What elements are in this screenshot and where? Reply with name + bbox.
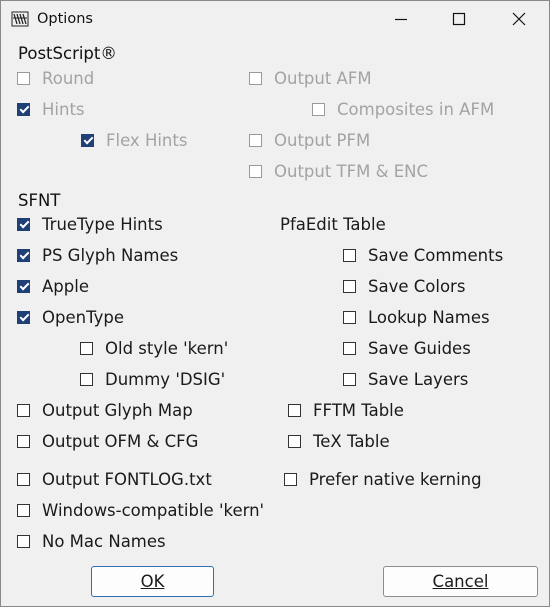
ps-glyph-names-label: PS Glyph Names: [42, 245, 179, 265]
save-colors-checkbox-box[interactable]: [343, 279, 356, 293]
prefer-native-kerning-checkbox-box[interactable]: [284, 472, 297, 486]
output-tfm-enc-label: Output TFM & ENC: [274, 161, 429, 181]
truetype-hints-label: TrueType Hints: [42, 214, 163, 234]
lookup-names-checkbox-box[interactable]: [343, 310, 356, 324]
output-pfm-checkbox[interactable]: Output PFM: [249, 129, 370, 151]
no-mac-names-checkbox[interactable]: No Mac Names: [17, 530, 166, 552]
truetype-hints-checkbox[interactable]: TrueType Hints: [17, 213, 163, 235]
tex-table-label: TeX Table: [313, 431, 390, 451]
pfaedit-table-header: PfaEdit Table: [280, 215, 386, 234]
save-colors-label: Save Colors: [368, 276, 466, 296]
apple-checkbox[interactable]: Apple: [17, 275, 89, 297]
apple-checkbox-box[interactable]: [17, 279, 30, 293]
maximize-button[interactable]: [431, 1, 489, 38]
close-icon: [512, 12, 526, 26]
save-comments-checkbox[interactable]: Save Comments: [343, 244, 503, 266]
options-dialog: Options PostScript® Round Hints Flex Hin…: [0, 0, 550, 607]
opentype-label: OpenType: [42, 307, 124, 327]
composites-in-afm-checkbox[interactable]: Composites in AFM: [312, 98, 494, 120]
postscript-header: PostScript®: [18, 44, 117, 63]
fftm-table-checkbox[interactable]: FFTM Table: [288, 399, 404, 421]
hints-label: Hints: [42, 99, 85, 119]
save-comments-label: Save Comments: [368, 245, 504, 265]
output-tfm-enc-checkbox-box[interactable]: [249, 164, 262, 178]
save-layers-checkbox-box[interactable]: [343, 372, 356, 386]
truetype-hints-checkbox-box[interactable]: [17, 217, 30, 231]
ok-button[interactable]: OK: [91, 566, 214, 597]
hints-checkbox[interactable]: Hints: [17, 98, 85, 120]
output-glyph-map-label: Output Glyph Map: [42, 400, 193, 420]
dummy-dsig-checkbox[interactable]: Dummy 'DSIG': [80, 368, 225, 390]
round-checkbox[interactable]: Round: [17, 67, 94, 89]
output-afm-checkbox-box[interactable]: [249, 71, 262, 85]
hints-checkbox-box[interactable]: [17, 102, 30, 116]
cancel-button[interactable]: Cancel: [383, 566, 538, 597]
dummy-dsig-checkbox-box[interactable]: [80, 372, 93, 386]
flex-hints-checkbox[interactable]: Flex Hints: [81, 129, 187, 151]
window-title: Options: [37, 11, 93, 27]
output-tfm-enc-checkbox[interactable]: Output TFM & ENC: [249, 160, 428, 182]
prefer-native-kerning-label: Prefer native kerning: [309, 469, 482, 489]
round-checkbox-box[interactable]: [17, 71, 30, 85]
output-fontlog-checkbox-box[interactable]: [17, 472, 30, 486]
save-guides-checkbox-box[interactable]: [343, 341, 356, 355]
windows-kern-label: Windows-compatible 'kern': [42, 500, 265, 520]
save-layers-label: Save Layers: [368, 369, 469, 389]
sfnt-header: SFNT: [18, 191, 61, 210]
minimize-button[interactable]: [373, 1, 431, 38]
composites-in-afm-checkbox-box[interactable]: [312, 102, 325, 116]
old-style-kern-checkbox[interactable]: Old style 'kern': [80, 337, 228, 359]
save-layers-checkbox[interactable]: Save Layers: [343, 368, 468, 390]
output-glyph-map-checkbox[interactable]: Output Glyph Map: [17, 399, 193, 421]
flex-hints-checkbox-box[interactable]: [81, 133, 94, 147]
output-ofm-cfg-checkbox-box[interactable]: [17, 434, 30, 448]
output-afm-label: Output AFM: [274, 68, 372, 88]
fftm-table-checkbox-box[interactable]: [288, 403, 301, 417]
save-guides-checkbox[interactable]: Save Guides: [343, 337, 471, 359]
minimize-icon: [395, 18, 407, 21]
old-style-kern-checkbox-box[interactable]: [80, 341, 93, 355]
output-pfm-label: Output PFM: [274, 130, 371, 150]
opentype-checkbox-box[interactable]: [17, 310, 30, 324]
save-guides-label: Save Guides: [368, 338, 471, 358]
output-afm-checkbox[interactable]: Output AFM: [249, 67, 372, 89]
windows-kern-checkbox-box[interactable]: [17, 503, 30, 517]
fontforge-icon: [11, 10, 29, 28]
ps-glyph-names-checkbox-box[interactable]: [17, 248, 30, 262]
close-button[interactable]: [491, 1, 549, 38]
output-glyph-map-checkbox-box[interactable]: [17, 403, 30, 417]
opentype-checkbox[interactable]: OpenType: [17, 306, 124, 328]
output-fontlog-label: Output FONTLOG.txt: [42, 469, 212, 489]
dummy-dsig-label: Dummy 'DSIG': [105, 369, 226, 389]
flex-hints-label: Flex Hints: [106, 130, 188, 150]
ps-glyph-names-checkbox[interactable]: PS Glyph Names: [17, 244, 178, 266]
old-style-kern-label: Old style 'kern': [105, 338, 229, 358]
save-comments-checkbox-box[interactable]: [343, 248, 356, 262]
lookup-names-checkbox[interactable]: Lookup Names: [343, 306, 490, 328]
composites-in-afm-label: Composites in AFM: [337, 99, 495, 119]
save-colors-checkbox[interactable]: Save Colors: [343, 275, 465, 297]
fftm-table-label: FFTM Table: [313, 400, 404, 420]
prefer-native-kerning-checkbox[interactable]: Prefer native kerning: [284, 468, 482, 490]
maximize-icon: [452, 12, 466, 26]
tex-table-checkbox-box[interactable]: [288, 434, 301, 448]
round-label: Round: [42, 68, 95, 88]
windows-kern-checkbox[interactable]: Windows-compatible 'kern': [17, 499, 264, 521]
lookup-names-label: Lookup Names: [368, 307, 490, 327]
output-ofm-cfg-label: Output OFM & CFG: [42, 431, 199, 451]
no-mac-names-checkbox-box[interactable]: [17, 534, 30, 548]
title-bar: Options: [1, 1, 549, 38]
apple-label: Apple: [42, 276, 89, 296]
no-mac-names-label: No Mac Names: [42, 531, 166, 551]
tex-table-checkbox[interactable]: TeX Table: [288, 430, 390, 452]
output-fontlog-checkbox[interactable]: Output FONTLOG.txt: [17, 468, 212, 490]
output-pfm-checkbox-box[interactable]: [249, 133, 262, 147]
output-ofm-cfg-checkbox[interactable]: Output OFM & CFG: [17, 430, 198, 452]
